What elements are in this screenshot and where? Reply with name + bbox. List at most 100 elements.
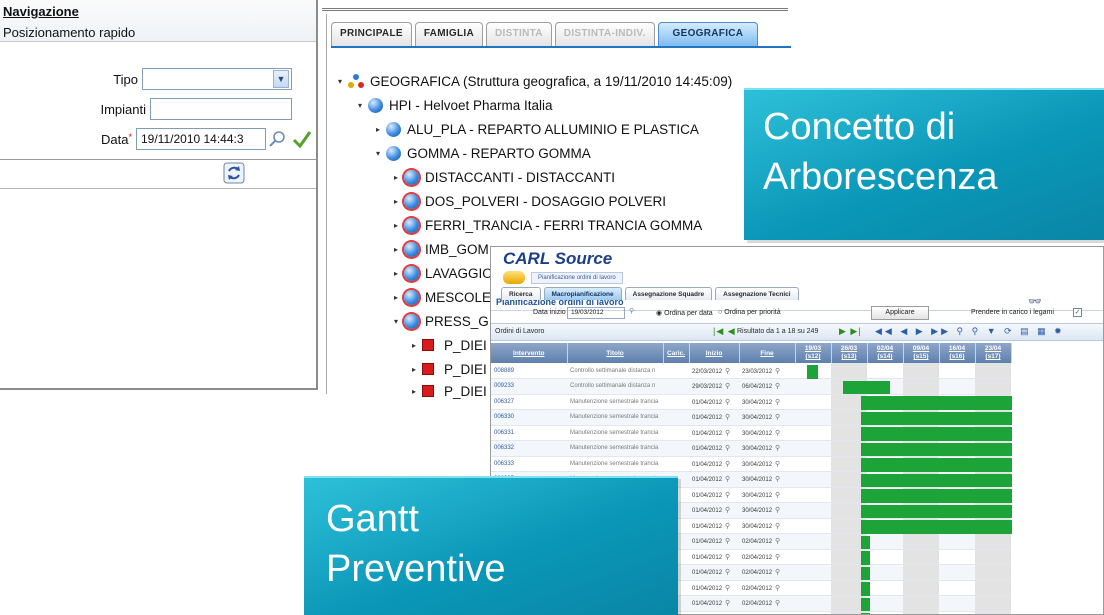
expanded-toggle-icon[interactable]: ▾ — [355, 101, 365, 110]
magnifier-icon[interactable] — [268, 130, 286, 148]
next-last-page-icon[interactable]: ▶ ▶| — [839, 326, 862, 337]
tree-node-gomma[interactable]: ▾ GOMMA - REPARTO GOMMA — [373, 142, 591, 164]
magnifier-icon[interactable]: ⚲ — [775, 554, 780, 561]
data-input[interactable]: 19/11/2010 14:44:3 — [136, 128, 266, 150]
tree-node-p-diei-3[interactable]: ▸ P_DIEI — [409, 380, 487, 402]
tree-node-lavaggio[interactable]: ▸ LAVAGGIO — [391, 262, 493, 284]
table-row[interactable]: 006331 Manutenzione semestrale trancia 01/… — [491, 425, 1011, 441]
magnifier-icon[interactable]: ⚲ — [725, 383, 730, 390]
tab-macropianificazione[interactable]: Macropianificazione — [543, 287, 622, 300]
magnifier-icon[interactable]: ⚲ — [725, 476, 730, 483]
radio-selected-icon[interactable]: ◉ — [656, 310, 664, 317]
magnifier-icon[interactable]: ⚲ — [775, 383, 780, 390]
tree-node-p-diei-1[interactable]: ▸ P_DIEI — [409, 334, 487, 356]
gantt-tool-icons[interactable]: ◀◀ ◀ ▶ ▶▶ ⚲ ⚲ ▼ ⟳ ▤ ▦ ✹ — [875, 326, 1065, 337]
magnifier-icon[interactable]: ⚲ — [775, 492, 780, 499]
magnifier-icon[interactable]: ⚲ — [775, 461, 780, 468]
magnifier-icon[interactable]: ⚲ — [725, 399, 730, 406]
tab-ricerca[interactable]: Ricerca — [501, 287, 541, 300]
collapsed-toggle-icon[interactable]: ▸ — [373, 125, 383, 134]
collapsed-toggle-icon[interactable]: ▸ — [391, 269, 401, 278]
magnifier-icon[interactable]: ⚲ — [725, 445, 730, 452]
magnifier-icon[interactable]: ⚲ — [725, 554, 730, 561]
collapsed-toggle-icon[interactable]: ▸ — [391, 221, 401, 230]
col-inizio[interactable]: Inizio — [689, 343, 740, 363]
magnifier-icon[interactable]: ⚲ — [775, 523, 780, 530]
magnifier-icon[interactable]: ⚲ — [725, 507, 730, 514]
magnifier-icon[interactable]: ⚲ — [775, 585, 780, 592]
table-row[interactable]: 008889 Controllo settimanale distanza n 22… — [491, 363, 1011, 379]
magnifier-icon[interactable]: ⚲ — [725, 414, 730, 421]
col-intervento[interactable]: Intervento — [491, 343, 568, 363]
radio-ordina-data[interactable]: ◉ Ordina per data — [656, 309, 713, 317]
tree-node-p-diei-2[interactable]: ▸ P_DIEI — [409, 358, 487, 380]
magnifier-icon[interactable]: ⚲ — [725, 538, 730, 545]
tab-principale[interactable]: PRINCIPALE — [331, 22, 412, 46]
magnifier-icon[interactable]: ⚲ — [775, 399, 780, 406]
magnifier-icon[interactable]: ⚲ — [725, 585, 730, 592]
refresh-icon[interactable] — [223, 162, 245, 184]
table-row[interactable]: 006330 Manutenzione semestrale trancia 01/… — [491, 409, 1011, 426]
confirm-check-icon[interactable] — [292, 129, 312, 149]
magnifier-icon[interactable]: ⚲ — [725, 523, 730, 530]
collapsed-toggle-icon[interactable]: ▸ — [391, 245, 401, 254]
table-row[interactable]: 006327 Manutenzione semestrale trancia 01/… — [491, 394, 1011, 410]
tree-node-hpi[interactable]: ▾ HPI - Helvoet Pharma Italia — [355, 94, 553, 116]
magnifier-icon[interactable]: ⚲ — [725, 569, 730, 576]
magnifier-icon[interactable]: ⚲ — [725, 368, 730, 375]
collapsed-toggle-icon[interactable]: ▸ — [409, 387, 419, 396]
tree-node-mescole[interactable]: ▸ MESCOLE — [391, 286, 491, 308]
first-prev-page-icon[interactable]: |◀ ◀ — [713, 326, 736, 337]
week-cell — [939, 440, 975, 457]
collapsed-toggle-icon[interactable]: ▸ — [391, 173, 401, 182]
tab-assegnazione-tecnici[interactable]: Assegnazione Tecnici — [715, 287, 799, 300]
tree-node-alu-pla[interactable]: ▸ ALU_PLA - REPARTO ALLUMINIO E PLASTICA — [373, 118, 699, 140]
data-inizio-input[interactable]: 19/03/2012 — [567, 307, 625, 319]
magnifier-icon[interactable]: ⚲ — [775, 476, 780, 483]
table-row[interactable]: 009233 Controllo settimanale distanza n 29… — [491, 378, 1011, 395]
impianti-input[interactable] — [150, 98, 292, 120]
expanded-toggle-icon[interactable]: ▾ — [335, 77, 345, 86]
collapsed-toggle-icon[interactable]: ▸ — [391, 293, 401, 302]
expanded-toggle-icon[interactable]: ▾ — [391, 317, 401, 326]
tipo-select[interactable]: ▼ — [142, 68, 292, 90]
magnifier-icon[interactable]: ⚲ — [725, 492, 730, 499]
collapsed-toggle-icon[interactable]: ▸ — [409, 341, 419, 350]
radio-ordina-priorita[interactable]: ○ Ordina per priorità — [718, 309, 781, 316]
dropdown-arrow-icon[interactable]: ▼ — [273, 70, 289, 88]
tab-geografica[interactable]: GEOGRAFICA — [657, 22, 759, 46]
tree-node-dos-polveri[interactable]: ▸ DOS_POLVERI - DOSAGGIO POLVERI — [391, 190, 666, 212]
expanded-toggle-icon[interactable]: ▾ — [373, 149, 383, 158]
magnifier-icon[interactable]: ⚲ — [775, 538, 780, 545]
magnifier-icon[interactable]: ⚲ — [775, 445, 780, 452]
magnifier-icon[interactable]: ⚲ — [775, 414, 780, 421]
magnifier-icon[interactable]: ⚲ — [725, 600, 730, 607]
magnifier-icon[interactable]: ⚲ — [629, 307, 634, 315]
magnifier-icon[interactable]: ⚲ — [725, 461, 730, 468]
tree-node-distaccanti[interactable]: ▸ DISTACCANTI - DISTACCANTI — [391, 166, 615, 188]
tab-assegnazione-squadre[interactable]: Assegnazione Squadre — [624, 287, 713, 300]
breadcrumb-item[interactable]: Pianificazione ordini di lavoro — [531, 271, 623, 284]
col-titolo[interactable]: Titolo — [567, 343, 664, 363]
carico-legami-checkbox[interactable]: ✓ — [1073, 308, 1082, 317]
tree-node-press-g[interactable]: ▾ PRESS_G — [391, 310, 489, 332]
collapsed-toggle-icon[interactable]: ▸ — [391, 197, 401, 206]
magnifier-icon[interactable]: ⚲ — [775, 569, 780, 576]
magnifier-icon[interactable]: ⚲ — [775, 368, 780, 375]
col-fine[interactable]: Fine — [739, 343, 796, 363]
table-row[interactable]: 006332 Manutenzione semestrale trancia 01/… — [491, 440, 1011, 457]
magnifier-icon[interactable]: ⚲ — [775, 507, 780, 514]
tree-node-root[interactable]: ▾ GEOGRAFICA (Struttura geografica, a 19… — [335, 70, 732, 92]
tree-node-ferri-trancia[interactable]: ▸ FERRI_TRANCIA - FERRI TRANCIA GOMMA — [391, 214, 702, 236]
home-arrows-icon[interactable] — [503, 271, 525, 284]
tab-famiglia[interactable]: FAMIGLIA — [414, 22, 484, 46]
tree-node-imb-gom[interactable]: ▸ IMB_GOM — [391, 238, 489, 260]
collapsed-toggle-icon[interactable]: ▸ — [409, 365, 419, 374]
tree-node-label: DOS_POLVERI - DOSAGGIO POLVERI — [425, 193, 667, 209]
table-row[interactable]: 006333 Manutenzione semestrale trancia 01/… — [491, 456, 1011, 472]
magnifier-icon[interactable]: ⚲ — [775, 600, 780, 607]
magnifier-icon[interactable]: ⚲ — [725, 430, 730, 437]
applicare-button[interactable]: Applicare — [871, 306, 929, 320]
col-caric[interactable]: Caric. — [663, 343, 690, 363]
magnifier-icon[interactable]: ⚲ — [775, 430, 780, 437]
